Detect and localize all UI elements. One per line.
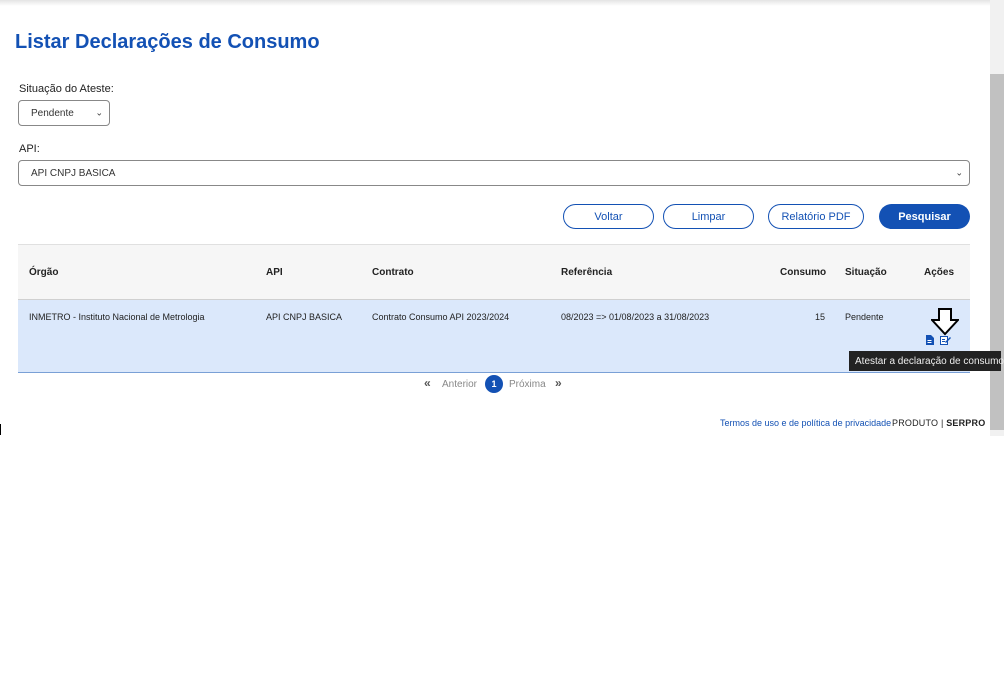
declaracoes-table: Órgão API Contrato Referência Consumo Si… xyxy=(18,244,970,373)
cell-contrato: Contrato Consumo API 2023/2024 xyxy=(372,312,510,322)
double-chevron-right-icon[interactable]: » xyxy=(555,376,562,390)
header-consumo: Consumo xyxy=(780,267,827,278)
next-page-link[interactable]: Próxima xyxy=(509,376,546,392)
serpro-brand: SERPRO xyxy=(946,418,986,428)
text-cursor xyxy=(0,424,1,435)
terms-link[interactable]: Termos de uso e de política de privacida… xyxy=(720,418,891,428)
situacao-select-value: Pendente xyxy=(31,107,74,119)
table-row: INMETRO - Instituto Nacional de Metrolog… xyxy=(18,300,970,373)
logo-divider: | xyxy=(940,418,944,428)
header-acoes: Ações xyxy=(924,267,955,278)
header-api: API xyxy=(266,267,283,278)
current-page[interactable]: 1 xyxy=(485,375,503,393)
arrow-down-icon xyxy=(931,308,959,336)
api-select[interactable]: API CNPJ BASICA ⌄ xyxy=(18,160,970,186)
cell-api: API CNPJ BASICA xyxy=(266,312,343,322)
relatorio-pdf-button[interactable]: Relatório PDF xyxy=(768,204,864,229)
chevron-down-icon: ⌄ xyxy=(955,167,963,178)
limpar-button[interactable]: Limpar xyxy=(663,204,754,229)
table-header: Órgão API Contrato Referência Consumo Si… xyxy=(18,244,970,300)
produto-serpro-logo: PRODUTO | SERPRO xyxy=(892,418,985,428)
cell-consumo: 15 xyxy=(815,312,826,322)
pesquisar-button[interactable]: Pesquisar xyxy=(879,204,970,229)
api-select-value: API CNPJ BASICA xyxy=(31,167,116,179)
double-chevron-left-icon[interactable]: « xyxy=(424,376,431,390)
scrollbar-thumb[interactable] xyxy=(990,74,1004,430)
header-referencia: Referência xyxy=(561,267,613,278)
tooltip: Atestar a declaração de consumo. xyxy=(849,351,1004,371)
situacao-label: Situação do Ateste: xyxy=(19,83,114,95)
header-situacao: Situação xyxy=(845,267,887,278)
header-orgao: Órgão xyxy=(29,267,59,278)
situacao-select[interactable]: Pendente ⌄ xyxy=(18,100,110,126)
voltar-button[interactable]: Voltar xyxy=(563,204,654,229)
cell-orgao: INMETRO - Instituto Nacional de Metrolog… xyxy=(29,312,205,322)
document-icon[interactable] xyxy=(925,335,934,345)
previous-page-link[interactable]: Anterior xyxy=(442,376,477,392)
api-label: API: xyxy=(19,143,40,155)
chevron-down-icon: ⌄ xyxy=(95,107,103,118)
cell-referencia: 08/2023 => 01/08/2023 a 31/08/2023 xyxy=(561,312,710,322)
page-title: Listar Declarações de Consumo xyxy=(15,31,320,53)
header-contrato: Contrato xyxy=(372,267,414,278)
cell-situacao: Pendente xyxy=(845,312,884,322)
edit-icon[interactable] xyxy=(940,335,951,345)
produto-text: PRODUTO xyxy=(892,418,939,428)
top-shadow xyxy=(0,0,990,6)
